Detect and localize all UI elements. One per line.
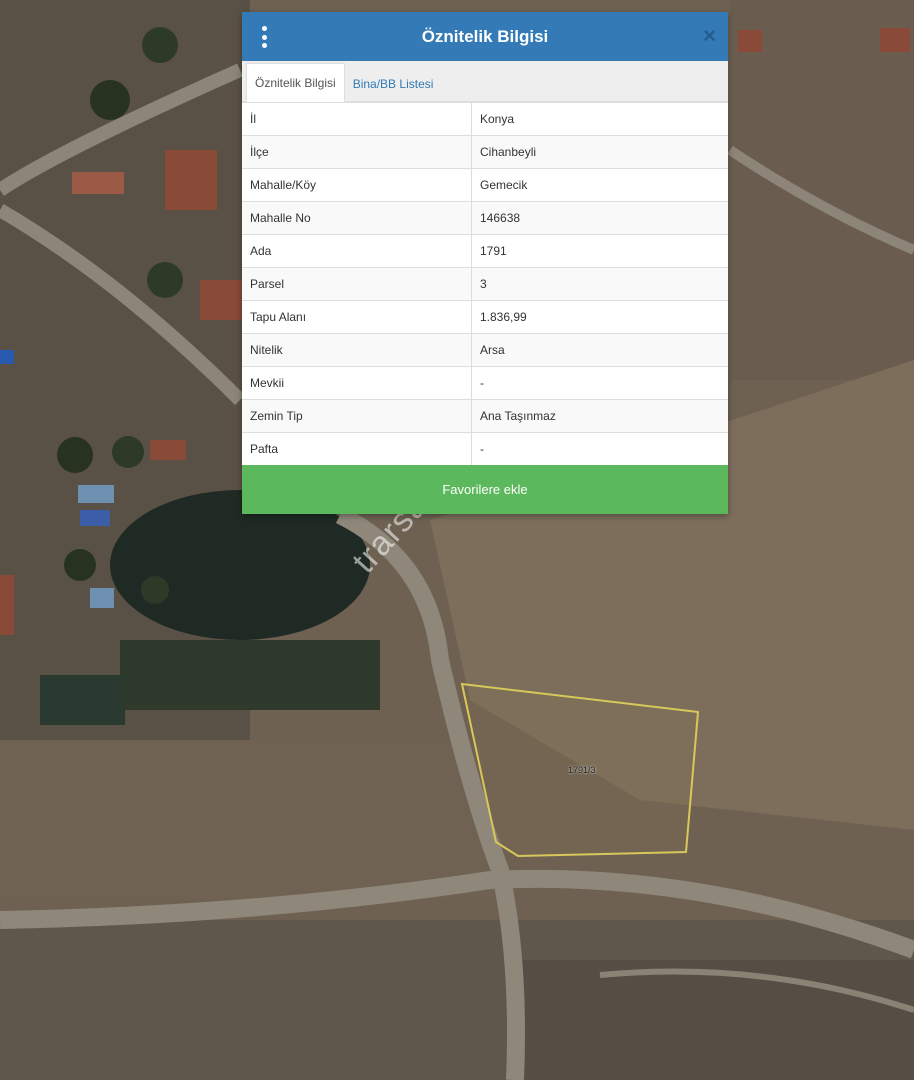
tab-attribute-info[interactable]: Öznitelik Bilgisi — [246, 63, 345, 102]
tab-bar: Öznitelik Bilgisi Bina/BB Listesi — [242, 61, 728, 102]
attribute-key: Parsel — [242, 267, 472, 301]
table-row: Ada 1791 — [242, 234, 728, 268]
table-row: Mevkii - — [242, 366, 728, 400]
table-row: Mahalle No 146638 — [242, 201, 728, 235]
attribute-key: Ada — [242, 234, 472, 268]
table-row: İlçe Cihanbeyli — [242, 135, 728, 169]
panel-title: Öznitelik Bilgisi — [421, 26, 549, 46]
attribute-info-panel: Öznitelik Bilgisi × Öznitelik Bilgisi Bi… — [242, 12, 728, 514]
attribute-key: İl — [242, 102, 472, 136]
attribute-value: Gemecik — [471, 168, 728, 202]
attribute-value: 1.836,99 — [471, 300, 728, 334]
attribute-key: Pafta — [242, 432, 472, 465]
table-row: İl Konya — [242, 102, 728, 136]
table-row: Nitelik Arsa — [242, 333, 728, 367]
tab-building-list[interactable]: Bina/BB Listesi — [345, 65, 442, 101]
attribute-key: Nitelik — [242, 333, 472, 367]
add-to-favorites-button[interactable]: Favorilere ekle — [242, 465, 728, 514]
attribute-table: İl Konya İlçe Cihanbeyli Mahalle/Köy Gemecik M… — [242, 102, 728, 465]
vertical-dots-icon[interactable] — [260, 26, 268, 48]
attribute-key: Tapu Alanı — [242, 300, 472, 334]
attribute-value: - — [471, 432, 728, 465]
table-row: Parsel 3 — [242, 267, 728, 301]
attribute-key: Mevkii — [242, 366, 472, 400]
attribute-value: Cihanbeyli — [471, 135, 728, 169]
attribute-value: 1791 — [471, 234, 728, 268]
attribute-value: Konya — [471, 102, 728, 136]
parcel-label: 1791/3 — [568, 765, 596, 775]
table-row: Pafta - — [242, 432, 728, 465]
close-icon[interactable]: × — [703, 24, 716, 48]
attribute-value: 146638 — [471, 201, 728, 235]
table-row: Zemin Tip Ana Taşınmaz — [242, 399, 728, 433]
panel-header: Öznitelik Bilgisi × — [242, 12, 728, 61]
attribute-value: Arsa — [471, 333, 728, 367]
attribute-key: Mahalle No — [242, 201, 472, 235]
attribute-key: Mahalle/Köy — [242, 168, 472, 202]
attribute-value: 3 — [471, 267, 728, 301]
table-row: Tapu Alanı 1.836,99 — [242, 300, 728, 334]
attribute-value: - — [471, 366, 728, 400]
table-row: Mahalle/Köy Gemecik — [242, 168, 728, 202]
attribute-key: İlçe — [242, 135, 472, 169]
attribute-value: Ana Taşınmaz — [471, 399, 728, 433]
attribute-key: Zemin Tip — [242, 399, 472, 433]
